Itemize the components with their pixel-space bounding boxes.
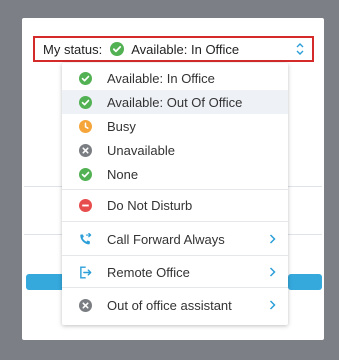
check-circle-icon [79, 95, 92, 109]
check-circle-icon [110, 42, 125, 56]
menu-item-label: None [107, 166, 139, 182]
check-circle-icon [79, 71, 92, 85]
clock-icon [79, 119, 92, 133]
status-select[interactable]: My status: Available: In Office [33, 36, 314, 62]
menu-item-out-of-office-assistant[interactable]: Out of office assistant [62, 293, 288, 317]
phone-forward-icon [80, 232, 92, 244]
menu-divider [62, 221, 288, 222]
status-dropdown-menu: Available: In Office Available: Out Of O… [62, 63, 288, 325]
chevron-right-icon [269, 234, 276, 244]
menu-item-remote-office[interactable]: Remote Office [62, 260, 288, 284]
background-bar [26, 274, 66, 290]
remote-office-icon [80, 266, 92, 278]
menu-item-label: Busy [107, 118, 136, 134]
status-label: My status: [43, 41, 103, 57]
menu-divider [62, 255, 288, 256]
menu-item-label: Do Not Disturb [107, 197, 193, 213]
minus-circle-icon [79, 198, 92, 212]
chevron-right-icon [269, 300, 276, 310]
menu-item-do-not-disturb[interactable]: Do Not Disturb [62, 193, 288, 217]
menu-item-busy[interactable]: Busy [62, 114, 288, 138]
check-circle-icon [79, 167, 92, 181]
menu-divider [62, 189, 288, 190]
menu-item-label: Unavailable [107, 142, 175, 158]
chevron-right-icon [269, 267, 276, 277]
x-circle-icon [79, 143, 92, 157]
background-bar [288, 274, 322, 290]
menu-item-none[interactable]: None [62, 162, 288, 186]
menu-item-label: Remote Office [107, 264, 190, 280]
menu-item-label: Available: Out Of Office [107, 94, 243, 110]
menu-item-available-in-office[interactable]: Available: In Office [62, 66, 288, 90]
menu-item-unavailable[interactable]: Unavailable [62, 138, 288, 162]
menu-item-label: Out of office assistant [107, 297, 232, 313]
menu-item-label: Call Forward Always [107, 231, 225, 247]
chevron-updown-icon [296, 43, 304, 55]
x-circle-icon [79, 298, 92, 312]
status-value: Available: In Office [131, 41, 240, 57]
menu-item-label: Available: In Office [107, 70, 215, 86]
menu-item-call-forward-always[interactable]: Call Forward Always [62, 227, 288, 251]
menu-item-available-out-of-office[interactable]: Available: Out Of Office [62, 90, 288, 114]
menu-divider [62, 287, 288, 288]
